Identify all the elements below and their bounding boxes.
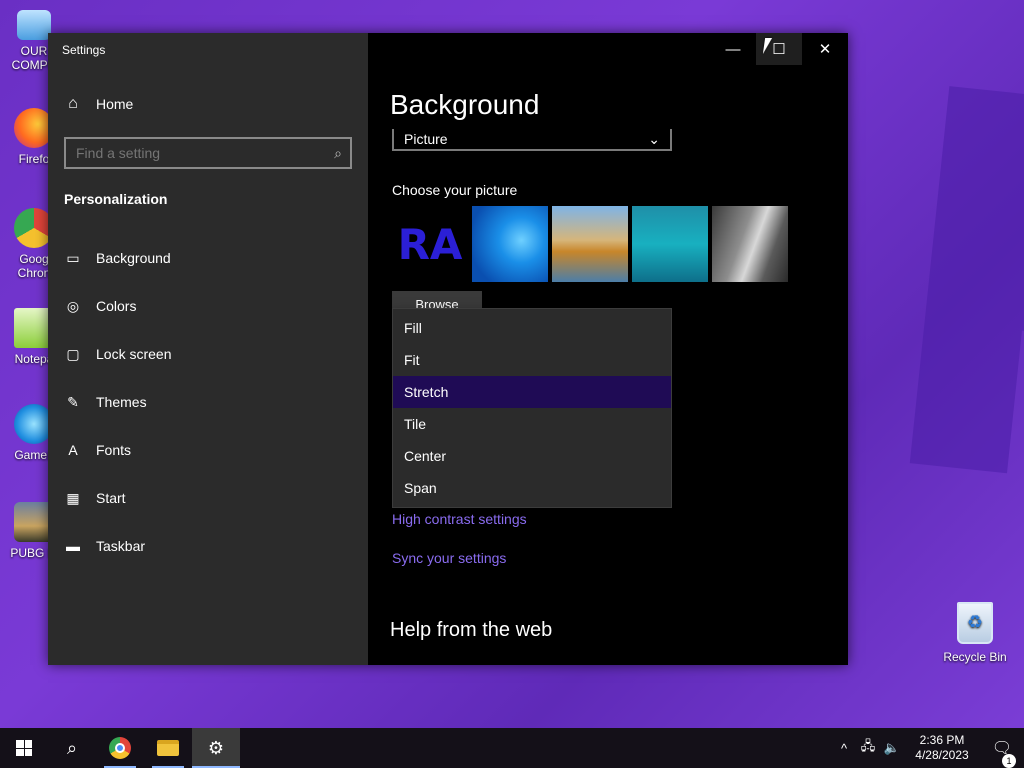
- sidebar-item-themes[interactable]: ✎ Themes: [48, 378, 368, 426]
- taskbar-file-explorer[interactable]: [144, 728, 192, 768]
- taskbar: ⌕ ⚙ ^ 🖧 🔈 2:36 PM 4/28/2023 🗨 1: [0, 728, 1024, 768]
- section-title: Personalization: [64, 191, 168, 207]
- home-nav[interactable]: ⌂ Home: [64, 95, 133, 113]
- lock-screen-icon: ▢: [66, 345, 80, 362]
- sidebar-item-lock-screen[interactable]: ▢ Lock screen: [48, 330, 368, 378]
- sidebar-item-label: Lock screen: [96, 346, 172, 362]
- picture-thumbnail[interactable]: [632, 206, 708, 282]
- search-button[interactable]: ⌕: [48, 728, 96, 768]
- start-button[interactable]: [0, 728, 48, 768]
- select-value: Picture: [404, 131, 448, 147]
- fit-option-center[interactable]: Center: [393, 440, 671, 472]
- mouse-cursor: [762, 38, 780, 54]
- help-section-title: Help from the web: [390, 619, 553, 641]
- taskbar-settings[interactable]: ⚙: [192, 728, 240, 768]
- picture-thumbnail[interactable]: [552, 206, 628, 282]
- choose-picture-label: Choose your picture: [392, 182, 518, 198]
- notification-count-badge: 1: [1002, 754, 1016, 768]
- window-title: Settings: [62, 43, 106, 57]
- action-center-button[interactable]: 🗨 1: [980, 738, 1024, 768]
- sidebar-item-label: Colors: [96, 298, 137, 314]
- sidebar-item-taskbar[interactable]: ▬ Taskbar: [48, 522, 368, 570]
- fonts-icon: A: [68, 442, 78, 458]
- sidebar-nav: ▭ Background ◎ Colors ▢ Lock screen ✎ Th…: [48, 234, 368, 570]
- clock-time: 2:36 PM: [919, 733, 965, 747]
- fit-option-stretch[interactable]: Stretch: [393, 376, 671, 408]
- page-title: Background: [390, 89, 540, 120]
- sidebar-item-fonts[interactable]: A Fonts: [48, 426, 368, 474]
- picture-thumbnails: RA: [392, 206, 788, 282]
- sidebar-item-start[interactable]: ▦ Start: [48, 474, 368, 522]
- taskbar-chrome[interactable]: [96, 728, 144, 768]
- windows-logo-icon: [16, 740, 32, 756]
- chevron-up-icon[interactable]: ^: [832, 741, 856, 756]
- search-input[interactable]: [76, 145, 335, 161]
- computer-icon: [17, 10, 51, 40]
- settings-window: ⌂ Home ⌕ Personalization ▭ Background ◎ …: [48, 33, 848, 665]
- clock[interactable]: 2:36 PM 4/28/2023: [904, 733, 980, 763]
- sidebar-item-background[interactable]: ▭ Background: [48, 234, 368, 282]
- search-icon[interactable]: ⌕: [334, 145, 342, 162]
- recycle-bin-icon: [957, 602, 993, 644]
- high-contrast-link[interactable]: High contrast settings: [392, 511, 527, 527]
- image-icon: ▭: [66, 249, 80, 266]
- sidebar-item-colors[interactable]: ◎ Colors: [48, 282, 368, 330]
- sidebar-item-label: Fonts: [96, 442, 132, 458]
- desktop-icon-label: Recycle Bin: [943, 650, 1007, 664]
- wallpaper-letter: R: [849, 0, 1024, 623]
- sidebar-item-label: Background: [96, 250, 171, 266]
- picture-thumbnail[interactable]: [712, 206, 788, 282]
- sync-settings-link[interactable]: Sync your settings: [392, 550, 506, 566]
- palette-icon: ◎: [66, 297, 80, 314]
- gear-icon: ⚙: [207, 737, 225, 758]
- themes-icon: ✎: [67, 393, 79, 410]
- sidebar-item-label: Themes: [96, 394, 147, 410]
- network-icon[interactable]: 🖧: [856, 737, 880, 759]
- fit-option-fill[interactable]: Fill: [393, 312, 671, 344]
- sidebar-item-label: Start: [96, 490, 126, 506]
- folder-icon: [157, 740, 179, 756]
- home-icon: ⌂: [68, 95, 78, 112]
- system-tray: ^ 🖧 🔈 2:36 PM 4/28/2023 🗨 1: [832, 728, 1024, 768]
- fit-option-tile[interactable]: Tile: [393, 408, 671, 440]
- search-icon: ⌕: [66, 737, 78, 758]
- sidebar-item-label: Taskbar: [96, 538, 146, 554]
- home-label: Home: [96, 96, 134, 112]
- background-type-select[interactable]: Picture ⌄: [392, 129, 672, 151]
- chrome-icon: [109, 737, 131, 759]
- chevron-down-icon: ⌄: [648, 130, 660, 147]
- clock-date: 4/28/2023: [915, 748, 969, 762]
- fit-option-fit[interactable]: Fit: [393, 344, 671, 376]
- fit-option-span[interactable]: Span: [393, 472, 671, 504]
- picture-thumbnail[interactable]: RA: [392, 206, 468, 282]
- start-icon: ▦: [66, 489, 80, 506]
- search-box[interactable]: ⌕: [64, 137, 352, 169]
- fit-dropdown-list[interactable]: Fill Fit Stretch Tile Center Span: [392, 308, 672, 508]
- volume-icon[interactable]: 🔈: [880, 740, 904, 756]
- desktop-icon-recycle-bin[interactable]: Recycle Bin: [940, 602, 1010, 664]
- sidebar: ⌂ Home ⌕ Personalization ▭ Background ◎ …: [48, 33, 368, 665]
- taskbar-icon: ▬: [66, 538, 80, 554]
- main-content: Background Picture ⌄ Choose your picture…: [368, 33, 848, 665]
- picture-thumbnail[interactable]: [472, 206, 548, 282]
